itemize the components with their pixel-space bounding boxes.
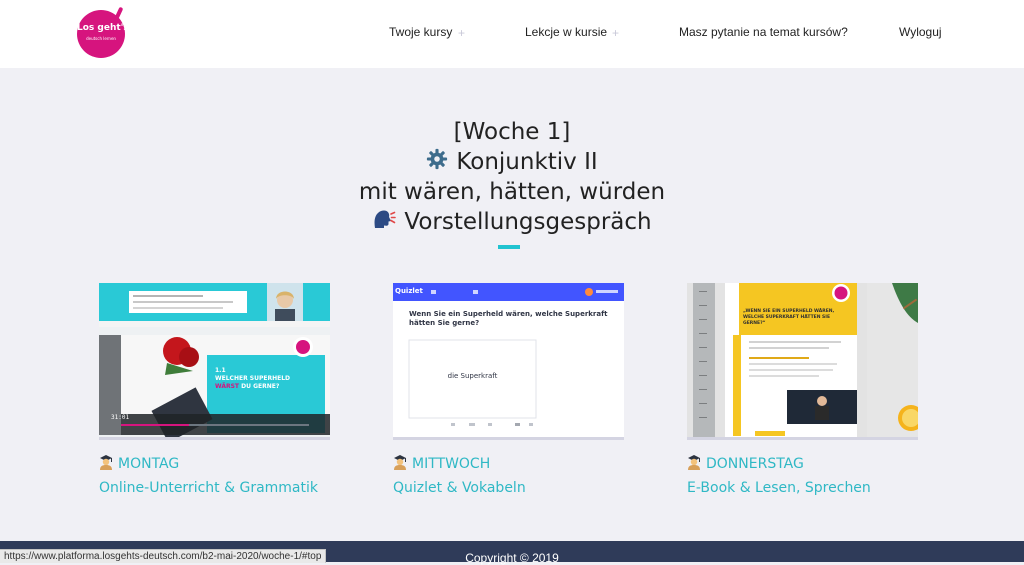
student-icon [99,454,113,475]
card-thumbnail-quizlet[interactable]: Quizlet Wenn Sie ein Superheld wären, we… [393,283,624,440]
quizlet-question: Wenn Sie ein Superheld wären, welche Sup… [409,310,608,327]
card-day-label[interactable]: MITTWOCH [393,454,490,475]
site-header: Los geht's deutsch lernen Twoje kursy + … [0,0,1024,68]
page-title-topic: Konjunktiv II [0,147,1024,178]
card-thumbnail-ebook[interactable]: „WENN SIE EIN SUPERHELD WÄREN, WELCHE SU… [687,283,918,440]
nav-twoje-kursy[interactable]: Twoje kursy [389,24,452,44]
card-day-text: MITTWOCH [412,456,491,472]
page-title-speaking-text: Vorstellungsgespräch [404,209,652,235]
page-title-speaking: Vorstellungsgespräch [0,207,1024,238]
ebook-cover-title: „WENN SIE EIN SUPERHELD WÄREN, WELCHE SU… [743,309,835,326]
logo-mark [114,6,124,20]
nav-masz-pytanie[interactable]: Masz pytanie na temat kursów? [679,24,848,44]
card-day-text: DONNERSTAG [706,456,804,472]
student-icon [393,454,407,475]
card-day-text: MONTAG [118,456,180,472]
slide-number: 1.1 [215,367,226,374]
nav-plus-icon: + [612,26,620,40]
student-icon [687,454,701,475]
browser-status-url: https://www.platforma.losgehts-deutsch.c… [0,549,327,563]
slide-title-line-a: WELCHER SUPERHELD [215,375,291,382]
card-subtitle-link[interactable]: Quizlet & Vokabeln [393,479,526,497]
card-day-label[interactable]: DONNERSTAG [687,454,804,475]
page-title-subtopic: mit wären, hätten, würden [358,179,666,205]
slide-title-line-c: DU GERNE? [241,383,280,390]
video-timestamp: 31:01 [111,414,130,421]
title-underline [498,245,520,249]
quizlet-logo: Quizlet [395,287,423,295]
card-subtitle-link[interactable]: E-Book & Lesen, Sprechen [687,479,871,497]
slide-title-line-b: WÄRST DU GERNE? [215,383,315,391]
flashcard-term: die Superkraft [447,372,498,380]
gear-icon [426,148,448,178]
page-title-week: [Woche 1] [453,119,571,145]
nav-wyloguj[interactable]: Wyloguj [899,24,942,44]
slide-title: 1.1 WELCHER SUPERHELD WÄRST DU GERNE? [215,367,315,391]
nav-lekcje-w-kursie[interactable]: Lekcje w kursie [525,24,607,44]
card-thumbnail-video[interactable]: 1.1 WELCHER SUPERHELD WÄRST DU GERNE? 31… [99,283,330,440]
slide-title-highlight: WÄRST [215,383,240,390]
card-subtitle-link[interactable]: Online-Unterricht & Grammatik [99,479,318,497]
speaking-head-icon [372,208,397,238]
logo-text: Los geht's [77,23,129,33]
page-title-topic-text: Konjunktiv II [456,149,598,175]
site-logo[interactable]: Los geht's deutsch lernen [77,6,129,58]
card-day-label[interactable]: MONTAG [99,454,179,475]
logo-subtext: deutsch lernen [86,36,116,41]
nav-plus-icon: + [458,26,466,40]
